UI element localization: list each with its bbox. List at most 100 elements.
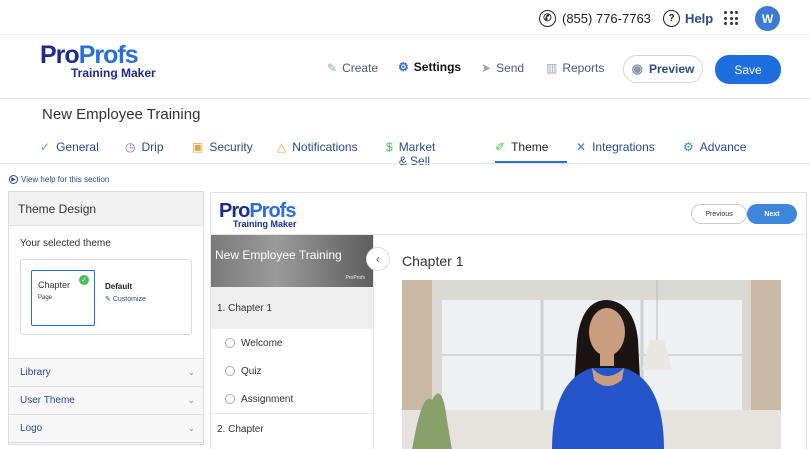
- thumb-subtitle: Page: [38, 295, 53, 301]
- dollar-icon: $: [386, 140, 393, 154]
- nav-create-label: Create: [342, 61, 379, 75]
- main-header: ProProfs Training Maker ✎ Create ⚙ Setti…: [0, 34, 810, 99]
- theme-name: Default: [105, 282, 133, 291]
- lesson-item[interactable]: Welcome: [211, 329, 373, 357]
- bell-icon: △: [277, 140, 287, 154]
- theme-thumbnail[interactable]: Chapter Page ✓: [31, 270, 95, 326]
- preview-header: ProProfs Training Maker Previous Next: [211, 193, 806, 235]
- check-circle-icon: ✓: [40, 140, 51, 154]
- clock-icon: ◷: [125, 140, 136, 154]
- lesson-item[interactable]: Quiz: [211, 357, 373, 385]
- tools-icon: ✕: [576, 140, 587, 154]
- preview-content: Chapter 1: [374, 235, 806, 449]
- logo-subtitle: Training Maker: [233, 219, 297, 229]
- tab-label: Integrations: [592, 140, 655, 154]
- accordion-label: User Theme: [20, 395, 75, 406]
- banner-subtitle: ProProfs: [345, 275, 365, 281]
- brush-icon: ✐: [495, 140, 506, 154]
- selected-theme-section: Your selected theme Chapter Page ✓ Defau…: [9, 226, 203, 359]
- gear-icon: ⚙: [398, 60, 409, 74]
- nav-settings[interactable]: ⚙ Settings: [398, 60, 461, 74]
- preview-label: Preview: [648, 62, 695, 76]
- radio-icon: [225, 366, 235, 376]
- preview-previous-button[interactable]: Previous: [691, 204, 747, 224]
- nav-send[interactable]: ➤ Send: [481, 61, 524, 75]
- chevron-down-icon: ⌄: [187, 423, 195, 433]
- section-help-label: View help for this section: [21, 175, 110, 184]
- tab-notifications[interactable]: △ Notifications: [277, 140, 358, 163]
- video-frame-illustration: [402, 280, 781, 449]
- tab-theme[interactable]: ✐ Theme: [495, 140, 567, 163]
- section-help-link[interactable]: ▶ View help for this section: [9, 175, 109, 184]
- eye-icon: ◉: [631, 61, 643, 76]
- pencil-icon: ✎: [105, 296, 113, 303]
- nav-reports[interactable]: ▥ Reports: [546, 61, 604, 75]
- logo-subtitle: Training Maker: [71, 66, 156, 80]
- tab-market-sell[interactable]: $ Market & Sell: [386, 140, 435, 168]
- accordion-logo[interactable]: Logo ⌄: [9, 415, 203, 443]
- theme-card[interactable]: Chapter Page ✓ Default ✎ Customize: [20, 259, 192, 335]
- tab-general[interactable]: ✓ General: [40, 140, 99, 163]
- accordion-library[interactable]: Library ⌄: [9, 359, 203, 387]
- lesson-label: Welcome: [241, 337, 283, 349]
- customize-label: Customize: [112, 296, 146, 303]
- tab-integrations[interactable]: ✕ Integrations: [576, 140, 655, 163]
- tab-label: Security: [209, 140, 253, 154]
- question-icon: ?: [663, 10, 680, 27]
- preview-button[interactable]: ◉ Preview: [623, 55, 703, 83]
- presenter-video[interactable]: [402, 280, 781, 449]
- tabs-divider: [0, 163, 810, 164]
- apps-grid-icon[interactable]: [724, 11, 738, 25]
- logo-part-2: Profs: [78, 41, 139, 69]
- reports-icon: ▥: [546, 61, 558, 75]
- preview-logo: ProProfs Training Maker: [219, 200, 297, 229]
- tab-advance[interactable]: ⚙ Advance: [683, 140, 746, 163]
- preview-next-button[interactable]: Next: [747, 204, 797, 224]
- tab-label: Theme: [511, 140, 549, 154]
- nav-create[interactable]: ✎ Create: [327, 61, 378, 75]
- top-utility-bar: ✆ (855) 776-7763 ? Help W: [0, 0, 810, 34]
- tab-label: Notifications: [292, 140, 358, 154]
- save-button[interactable]: Save: [715, 55, 781, 84]
- theme-design-panel: Theme Design Your selected theme Chapter…: [8, 191, 204, 445]
- check-icon: ✓: [79, 275, 89, 285]
- tab-security[interactable]: ▣ Security: [192, 140, 253, 163]
- lesson-item[interactable]: Assignment: [211, 385, 373, 413]
- accordion-user-theme[interactable]: User Theme ⌄: [9, 387, 203, 415]
- radio-icon: [225, 338, 235, 348]
- lesson-label: Quiz: [241, 365, 262, 377]
- tab-drip[interactable]: ◷ Drip: [125, 140, 164, 163]
- help-link[interactable]: ? Help: [663, 10, 713, 27]
- logo-part-1: Pro: [40, 41, 80, 69]
- lock-icon: ▣: [192, 140, 204, 154]
- help-label: Help: [685, 11, 714, 26]
- phone-icon: ✆: [539, 10, 556, 27]
- theme-preview: ProProfs Training Maker Previous Next Ne…: [210, 192, 807, 449]
- panel-title: Theme Design: [9, 192, 203, 226]
- chapter-1-item[interactable]: 1. Chapter 1: [211, 287, 373, 329]
- banner-title: New Employee Training: [215, 248, 342, 262]
- page-title: New Employee Training: [42, 106, 201, 123]
- nav-send-label: Send: [496, 61, 525, 75]
- user-avatar[interactable]: W: [755, 6, 780, 31]
- accordion-label: Library: [20, 367, 51, 378]
- tab-label: Advance: [699, 140, 747, 154]
- customize-link[interactable]: ✎ Customize: [105, 295, 146, 303]
- proprofs-logo[interactable]: ProProfs Training Maker: [40, 41, 156, 80]
- accordion-label: Logo: [20, 423, 43, 434]
- nav-reports-label: Reports: [562, 61, 605, 75]
- phone-number: (855) 776-7763: [562, 11, 651, 26]
- gears-icon: ⚙: [683, 140, 694, 154]
- radio-icon: [225, 394, 235, 404]
- course-banner: New Employee Training ProProfs: [211, 235, 373, 287]
- send-icon: ➤: [481, 61, 492, 75]
- chapter-2-item[interactable]: 2. Chapter: [211, 413, 373, 445]
- chapter-title: Chapter 1: [402, 253, 464, 269]
- pencil-icon: ✎: [327, 61, 338, 75]
- preview-sidebar: New Employee Training ProProfs 1. Chapte…: [211, 235, 374, 449]
- chevron-down-icon: ⌄: [187, 367, 195, 377]
- lesson-label: Assignment: [241, 393, 294, 405]
- tab-label: General: [56, 140, 99, 154]
- phone-contact[interactable]: ✆ (855) 776-7763: [539, 10, 651, 27]
- tab-label: Drip: [141, 140, 164, 154]
